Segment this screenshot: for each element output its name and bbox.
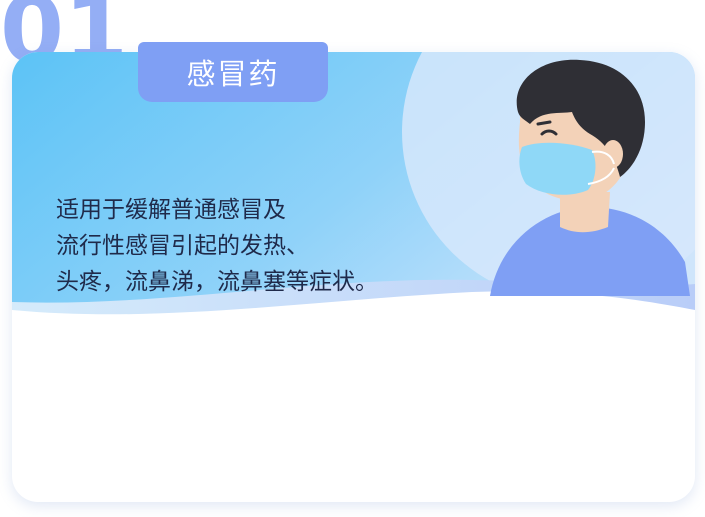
page: 01 适用于缓解普通感冒及 流行性感冒引起的发热、 头疼，流鼻涕，流鼻塞等症状。… bbox=[0, 0, 705, 517]
description: 适用于缓解普通感冒及 流行性感冒引起的发热、 头疼，流鼻涕，流鼻塞等症状。 bbox=[56, 192, 476, 300]
masked-person-illustration bbox=[490, 59, 690, 296]
description-line: 流行性感冒引起的发热、 bbox=[56, 233, 309, 259]
description-line: 适用于缓解普通感冒及 bbox=[56, 197, 286, 223]
description-line: 头疼，流鼻涕，流鼻塞等症状。 bbox=[56, 269, 378, 295]
title-tab: 感冒药 bbox=[138, 42, 328, 102]
mask-shape bbox=[519, 142, 596, 195]
info-card: 适用于缓解普通感冒及 流行性感冒引起的发热、 头疼，流鼻涕，流鼻塞等症状。 bbox=[12, 52, 695, 502]
title-label: 感冒药 bbox=[186, 57, 280, 91]
